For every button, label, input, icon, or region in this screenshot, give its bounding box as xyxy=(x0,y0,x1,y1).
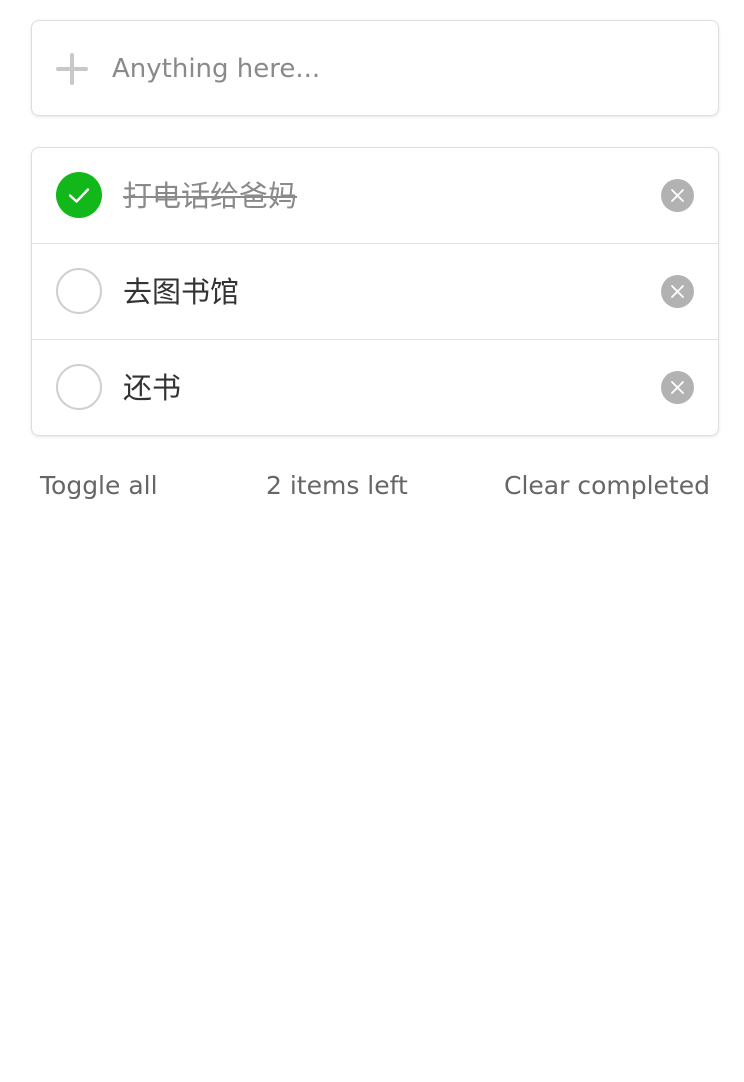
todo-footer: Toggle all 2 items left Clear completed xyxy=(0,466,744,506)
delete-icon[interactable] xyxy=(661,179,694,212)
new-todo-input[interactable] xyxy=(112,43,692,95)
checkbox-unchecked-icon[interactable] xyxy=(56,364,102,410)
plus-icon[interactable] xyxy=(56,53,88,85)
todo-title[interactable]: 打电话给爸妈 xyxy=(123,174,297,218)
todo-title[interactable]: 去图书馆 xyxy=(123,270,239,314)
delete-icon[interactable] xyxy=(661,371,694,404)
checkbox-checked-icon[interactable] xyxy=(56,172,102,218)
todo-item: 还书 xyxy=(32,340,718,435)
new-todo-card xyxy=(31,20,719,116)
todo-item: 去图书馆 xyxy=(32,244,718,340)
clear-completed-button[interactable]: Clear completed xyxy=(504,466,710,506)
todo-list: 打电话给爸妈 去图书馆 还书 xyxy=(31,147,719,436)
todo-item: 打电话给爸妈 xyxy=(32,148,718,244)
items-left-count: 2 items left xyxy=(266,471,408,500)
todo-title[interactable]: 还书 xyxy=(123,366,181,410)
delete-icon[interactable] xyxy=(661,275,694,308)
checkbox-unchecked-icon[interactable] xyxy=(56,268,102,314)
toggle-all-button[interactable]: Toggle all xyxy=(40,466,158,506)
todo-app: 打电话给爸妈 去图书馆 还书 xyxy=(0,0,744,1082)
